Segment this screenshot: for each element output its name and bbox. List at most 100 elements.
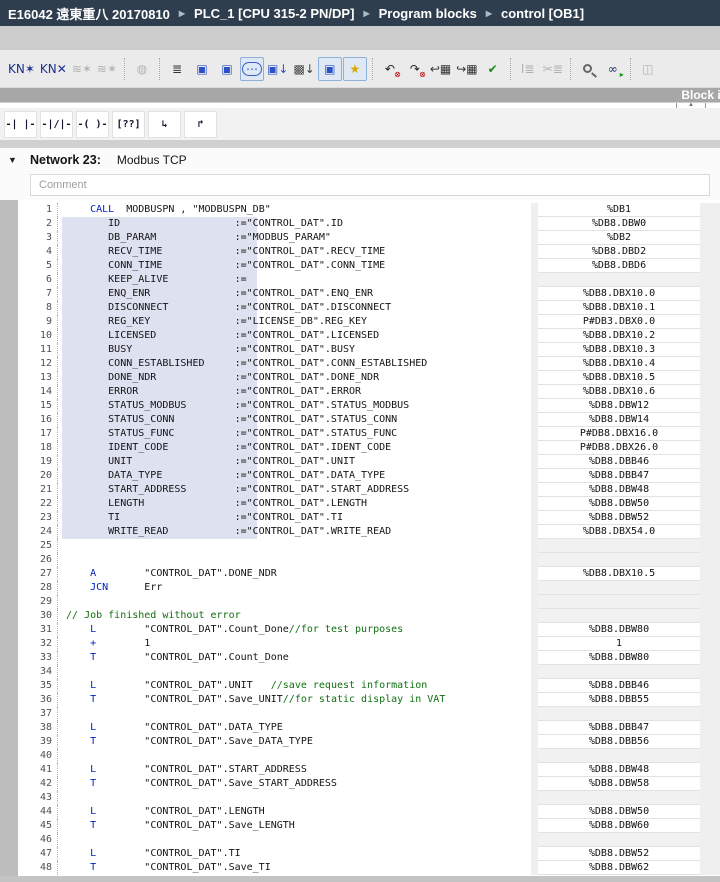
- column-gap: [531, 581, 538, 595]
- code-text[interactable]: RECV_TIME :="CONTROL_DAT".RECV_TIME: [58, 245, 531, 259]
- code-text[interactable]: T "CONTROL_DAT".Save_START_ADDRESS: [58, 777, 531, 791]
- code-text[interactable]: L "CONTROL_DAT".TI: [58, 847, 531, 861]
- code-text[interactable]: WRITE_READ :="CONTROL_DAT".WRITE_READ: [58, 525, 531, 539]
- line-number: 48: [18, 861, 58, 875]
- code-text[interactable]: // Job finished without error: [58, 609, 531, 623]
- code-text[interactable]: [58, 553, 531, 567]
- code-text[interactable]: STATUS_FUNC :="CONTROL_DAT".STATUS_FUNC: [58, 427, 531, 441]
- undo-icon[interactable]: ↶⊗: [378, 57, 402, 81]
- right-margin: [700, 329, 720, 343]
- code-text[interactable]: [58, 749, 531, 763]
- code-text[interactable]: CALL MODBUSPN , "MODBUSPN_DB": [58, 203, 531, 217]
- code-text[interactable]: [58, 707, 531, 721]
- network-title-toggle-icon[interactable]: ▣: [190, 57, 214, 81]
- tia-portal-editor: E16042 遠東重八 20170810 ▶ PLC_1 [CPU 315-2 PN…: [0, 0, 720, 882]
- find-replace-icon[interactable]: [576, 57, 600, 81]
- code-text[interactable]: T "CONTROL_DAT".Count_Done: [58, 651, 531, 665]
- compile-icon[interactable]: ✔: [481, 57, 505, 81]
- code-text[interactable]: [58, 833, 531, 847]
- editor-left-margin: [0, 200, 18, 876]
- code-text[interactable]: CONN_ESTABLISHED :="CONTROL_DAT".CONN_ES…: [58, 357, 531, 371]
- code-text[interactable]: REG_KEY :="LICENSE_DB".REG_KEY: [58, 315, 531, 329]
- delete-network-icon[interactable]: KN✕: [38, 57, 69, 81]
- code-text[interactable]: DISCONNECT :="CONTROL_DAT".DISCONNECT: [58, 301, 531, 315]
- code-line: 22 LENGTH :="CONTROL_DAT".LENGTH%DB8.DBW…: [18, 497, 720, 511]
- nc-contact-button[interactable]: -|/|-: [40, 111, 73, 138]
- code-text[interactable]: LENGTH :="CONTROL_DAT".LENGTH: [58, 497, 531, 511]
- line-number: 12: [18, 357, 58, 371]
- network-title[interactable]: Modbus TCP: [117, 153, 187, 167]
- code-text[interactable]: [58, 595, 531, 609]
- code-text[interactable]: DB_PARAM :="MODBUS_PARAM": [58, 231, 531, 245]
- code-text[interactable]: KEEP_ALIVE :=: [58, 273, 531, 287]
- insert-row-below-icon[interactable]: ≋✶: [95, 57, 119, 81]
- code-text[interactable]: STATUS_MODBUS :="CONTROL_DAT".STATUS_MOD…: [58, 399, 531, 413]
- breadcrumb-item[interactable]: Program blocks: [379, 6, 477, 21]
- split-editor-icon[interactable]: ◫: [636, 57, 660, 81]
- manage-favorites-icon[interactable]: ★: [343, 57, 367, 81]
- insert-row-icon[interactable]: ≋✶: [70, 57, 94, 81]
- network-comment-input[interactable]: Comment: [30, 174, 710, 196]
- code-text[interactable]: L "CONTROL_DAT".START_ADDRESS: [58, 763, 531, 777]
- network-collapse-icon[interactable]: ▼: [8, 155, 30, 165]
- code-text[interactable]: UNIT :="CONTROL_DAT".UNIT: [58, 455, 531, 469]
- code-text[interactable]: [58, 665, 531, 679]
- redo-icon[interactable]: ↷⊗: [403, 57, 427, 81]
- open-branch-button[interactable]: ↳: [148, 111, 181, 138]
- code-text[interactable]: L "CONTROL_DAT".Count_Done//for test pur…: [58, 623, 531, 637]
- code-text[interactable]: START_ADDRESS :="CONTROL_DAT".START_ADDR…: [58, 483, 531, 497]
- block-interface-label: Block in: [681, 88, 720, 102]
- empty-box-button[interactable]: [??]: [112, 111, 145, 138]
- code-text[interactable]: LICENSED :="CONTROL_DAT".LICENSED: [58, 329, 531, 343]
- code-text[interactable]: DATA_TYPE :="CONTROL_DAT".DATA_TYPE: [58, 469, 531, 483]
- code-text[interactable]: L "CONTROL_DAT".UNIT //save request info…: [58, 679, 531, 693]
- toolbar-separator: [124, 58, 125, 80]
- breadcrumb-item[interactable]: E16042 遠東重八 20170810: [8, 4, 170, 23]
- code-text[interactable]: DONE_NDR :="CONTROL_DAT".DONE_NDR: [58, 371, 531, 385]
- update-block-calls-icon[interactable]: ◍: [130, 57, 154, 81]
- load-start-values-icon[interactable]: ↩▦: [428, 57, 453, 81]
- code-text[interactable]: ENQ_ENR :="CONTROL_DAT".ENQ_ENR: [58, 287, 531, 301]
- network-comment-toggle-icon[interactable]: ▣: [215, 57, 239, 81]
- coil-button[interactable]: -( )-: [76, 111, 109, 138]
- code-text[interactable]: BUSY :="CONTROL_DAT".BUSY: [58, 343, 531, 357]
- code-text[interactable]: T "CONTROL_DAT".Save_DATA_TYPE: [58, 735, 531, 749]
- code-text[interactable]: TI :="CONTROL_DAT".TI: [58, 511, 531, 525]
- breadcrumb-arrow-icon: ▶: [363, 9, 369, 18]
- code-text[interactable]: [58, 791, 531, 805]
- code-text[interactable]: CONN_TIME :="CONTROL_DAT".CONN_TIME: [58, 259, 531, 273]
- copy-snapshot-icon[interactable]: ↪▦: [454, 57, 479, 81]
- freeform-comments-icon[interactable]: ⋯: [240, 57, 264, 81]
- show-favorites-icon[interactable]: ▣: [318, 57, 342, 81]
- insert-favorites-icon[interactable]: ▣↓: [265, 57, 290, 81]
- code-text[interactable]: [58, 539, 531, 553]
- monitoring-icon[interactable]: ∞▸: [601, 57, 625, 81]
- code-text[interactable]: + 1: [58, 637, 531, 651]
- clear-jump-label-icon[interactable]: ✂≣: [541, 57, 565, 81]
- no-contact-button[interactable]: -| |-: [4, 111, 37, 138]
- code-text[interactable]: ID :="CONTROL_DAT".ID: [58, 217, 531, 231]
- code-text[interactable]: T "CONTROL_DAT".Save_LENGTH: [58, 819, 531, 833]
- download-favorites-icon[interactable]: ▩↓: [291, 57, 316, 81]
- code-text[interactable]: A "CONTROL_DAT".DONE_NDR: [58, 567, 531, 581]
- code-text[interactable]: ERROR :="CONTROL_DAT".ERROR: [58, 385, 531, 399]
- collapse-pane-handle[interactable]: ▲: [676, 103, 706, 108]
- stl-text: "CONTROL_DAT".Save_UNIT: [144, 694, 282, 705]
- close-branch-button[interactable]: ↱: [184, 111, 217, 138]
- column-gap: [531, 525, 538, 539]
- code-text[interactable]: STATUS_CONN :="CONTROL_DAT".STATUS_CONN: [58, 413, 531, 427]
- code-text[interactable]: JCN Err: [58, 581, 531, 595]
- absolute-operands-icon[interactable]: ≣: [165, 57, 189, 81]
- code-text[interactable]: L "CONTROL_DAT".DATA_TYPE: [58, 721, 531, 735]
- code-text[interactable]: T "CONTROL_DAT".Save_UNIT//for static di…: [58, 693, 531, 707]
- jump-label-icon[interactable]: I≣: [516, 57, 540, 81]
- network-number-label[interactable]: Network 23:: [30, 153, 101, 167]
- block-interface-pane-header[interactable]: Block in: [0, 88, 720, 102]
- code-text[interactable]: IDENT_CODE :="CONTROL_DAT".IDENT_CODE: [58, 441, 531, 455]
- breadcrumb-item[interactable]: control [OB1]: [501, 6, 584, 21]
- stl-keyword: T: [90, 694, 144, 705]
- insert-network-icon[interactable]: KN✶: [6, 57, 37, 81]
- breadcrumb-item[interactable]: PLC_1 [CPU 315-2 PN/DP]: [194, 6, 354, 21]
- code-text[interactable]: L "CONTROL_DAT".LENGTH: [58, 805, 531, 819]
- code-text[interactable]: T "CONTROL_DAT".Save_TI: [58, 861, 531, 875]
